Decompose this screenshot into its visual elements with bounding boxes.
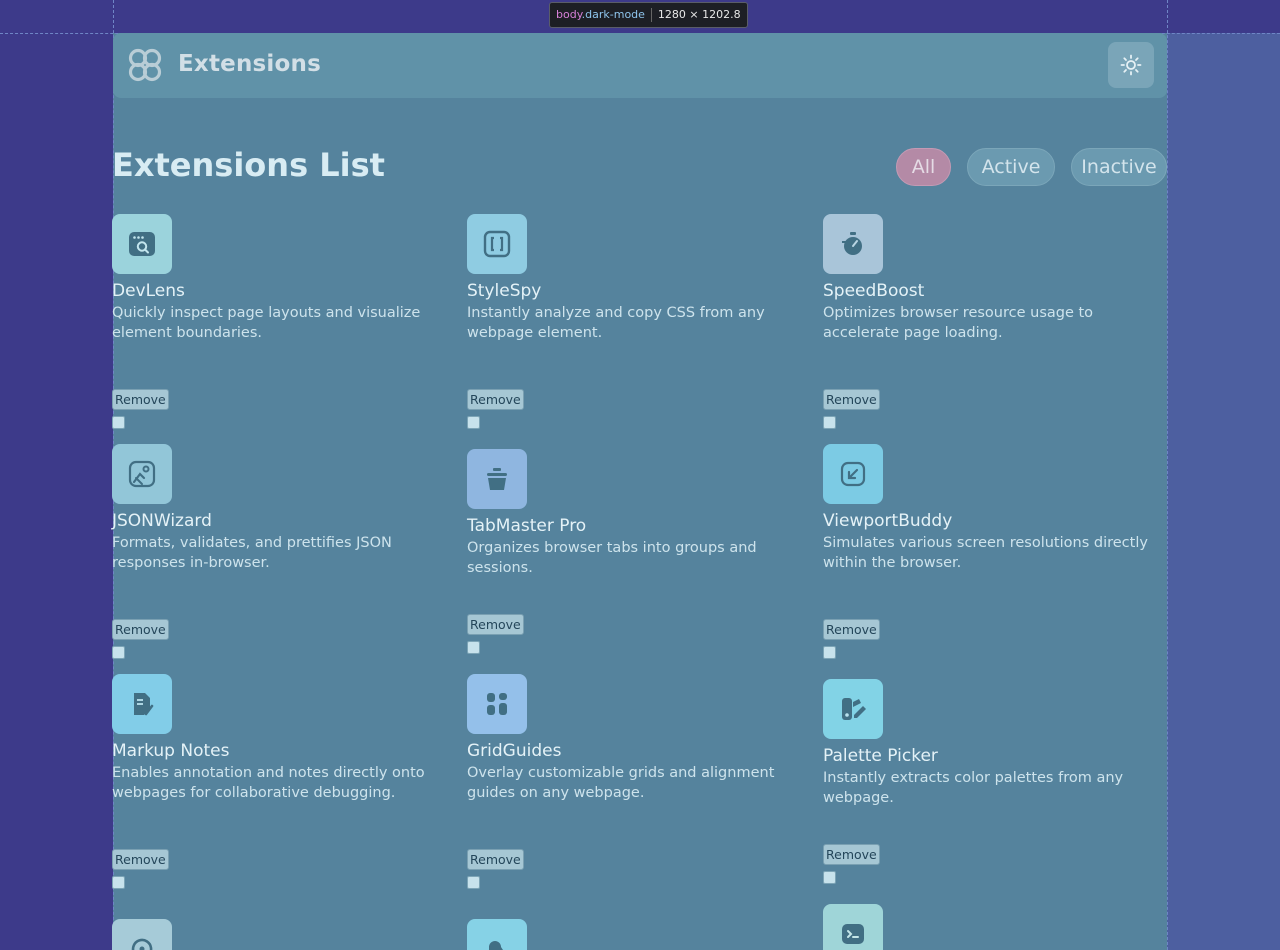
sun-icon	[1120, 54, 1142, 76]
remove-button[interactable]: Remove	[823, 844, 880, 865]
extension-name: TabMaster Pro	[467, 516, 587, 536]
resize-arrow-icon	[840, 461, 866, 487]
jar-icon	[487, 468, 507, 490]
extension-card	[823, 904, 1168, 950]
remove-button[interactable]: Remove	[112, 619, 169, 640]
extension-name: DevLens	[112, 281, 185, 301]
active-toggle-checkbox[interactable]	[112, 416, 125, 429]
page-title: Extensions List	[112, 146, 385, 184]
active-toggle-checkbox[interactable]	[823, 871, 836, 884]
extension-description: Organizes browser tabs into groups and s…	[467, 540, 757, 576]
extension-card: StyleSpy Instantly analyze and copy CSS …	[467, 214, 812, 434]
extension-icon-box	[112, 674, 172, 734]
search-window-icon	[129, 232, 155, 256]
active-toggle-checkbox[interactable]	[823, 646, 836, 659]
extension-icon-box	[823, 904, 883, 950]
inspector-size: 1280 × 1202.8	[657, 8, 741, 21]
active-toggle-checkbox[interactable]	[823, 416, 836, 429]
extension-description: Optimizes browser resource usage to acce…	[823, 305, 1094, 341]
palette-icon	[842, 698, 866, 720]
extension-icon-box	[467, 674, 527, 734]
extension-card	[467, 919, 812, 950]
terminal-icon	[842, 924, 864, 944]
scroll-fringe	[1167, 33, 1280, 950]
active-toggle-checkbox[interactable]	[112, 876, 125, 889]
active-toggle-checkbox[interactable]	[467, 641, 480, 654]
remove-button[interactable]: Remove	[112, 389, 169, 410]
extension-icon-box	[467, 214, 527, 274]
extension-card: Markup Notes Enables annotation and note…	[112, 674, 457, 894]
logo-text: Extensions	[178, 51, 321, 77]
app-header: Extensions	[113, 33, 1167, 98]
document-icon	[489, 941, 503, 950]
remove-button[interactable]: Remove	[467, 389, 524, 410]
extension-description: Overlay customizable grids and alignment…	[467, 765, 775, 801]
inspector-class: .dark-mode	[581, 8, 645, 21]
extension-card: TabMaster Pro Organizes browser tabs int…	[467, 449, 812, 664]
inspector-tooltip: body.dark-mode 1280 × 1202.8	[549, 2, 748, 28]
remove-button[interactable]: Remove	[467, 849, 524, 870]
remove-button[interactable]: Remove	[823, 619, 880, 640]
extension-icon-box	[823, 444, 883, 504]
extension-card: Palette Picker Instantly extracts color …	[823, 679, 1168, 894]
extension-name: Markup Notes	[112, 741, 230, 761]
extension-icon-box	[112, 214, 172, 274]
active-toggle-checkbox[interactable]	[467, 416, 480, 429]
extension-icon-box	[467, 919, 527, 950]
extension-description: Quickly inspect page layouts and visuali…	[112, 305, 421, 341]
extension-description: Instantly analyze and copy CSS from any …	[467, 305, 765, 341]
extension-card: ViewportBuddy Simulates various screen r…	[823, 444, 1168, 664]
remove-button[interactable]: Remove	[112, 849, 169, 870]
extension-icon-box	[467, 449, 527, 509]
remove-button[interactable]: Remove	[823, 389, 880, 410]
refresh-icon	[131, 938, 153, 950]
filter-active-button[interactable]: Active	[967, 148, 1055, 186]
filter-inactive-button[interactable]: Inactive	[1071, 148, 1167, 186]
extension-name: JSONWizard	[112, 511, 212, 531]
active-toggle-checkbox[interactable]	[112, 646, 125, 659]
extension-icon-box	[823, 679, 883, 739]
theme-toggle-button[interactable]	[1108, 42, 1154, 88]
logo-icon	[128, 48, 162, 82]
extension-icon-box	[823, 214, 883, 274]
extension-card: SpeedBoost Optimizes browser resource us…	[823, 214, 1168, 434]
filter-all-button[interactable]: All	[896, 148, 951, 186]
inspector-tag: body	[556, 8, 582, 21]
extension-card: GridGuides Overlay customizable grids an…	[467, 674, 812, 894]
extension-card: JSONWizard Formats, validates, and prett…	[112, 444, 457, 664]
extension-icon-box	[112, 444, 172, 504]
stopwatch-icon	[842, 232, 862, 255]
remove-button[interactable]: Remove	[467, 614, 524, 635]
magic-image-icon	[128, 460, 156, 488]
code-brackets-icon	[483, 230, 511, 258]
extension-icon-box	[112, 919, 172, 950]
extension-card	[112, 919, 457, 950]
extension-card: DevLens Quickly inspect page layouts and…	[112, 214, 457, 434]
extension-name: ViewportBuddy	[823, 511, 953, 531]
active-toggle-checkbox[interactable]	[467, 876, 480, 889]
extension-name: SpeedBoost	[823, 281, 925, 301]
extension-name: StyleSpy	[467, 281, 542, 301]
extension-name: GridGuides	[467, 741, 562, 761]
note-pencil-icon	[134, 693, 154, 716]
grid-blocks-icon	[487, 693, 507, 715]
extension-description: Formats, validates, and prettifies JSON …	[112, 535, 392, 571]
extension-description: Simulates various screen resolutions dir…	[823, 535, 1148, 571]
inspector-divider	[650, 8, 652, 22]
extension-description: Instantly extracts color palettes from a…	[823, 770, 1124, 806]
extension-name: Palette Picker	[823, 746, 938, 766]
extension-description: Enables annotation and notes directly on…	[112, 765, 425, 801]
